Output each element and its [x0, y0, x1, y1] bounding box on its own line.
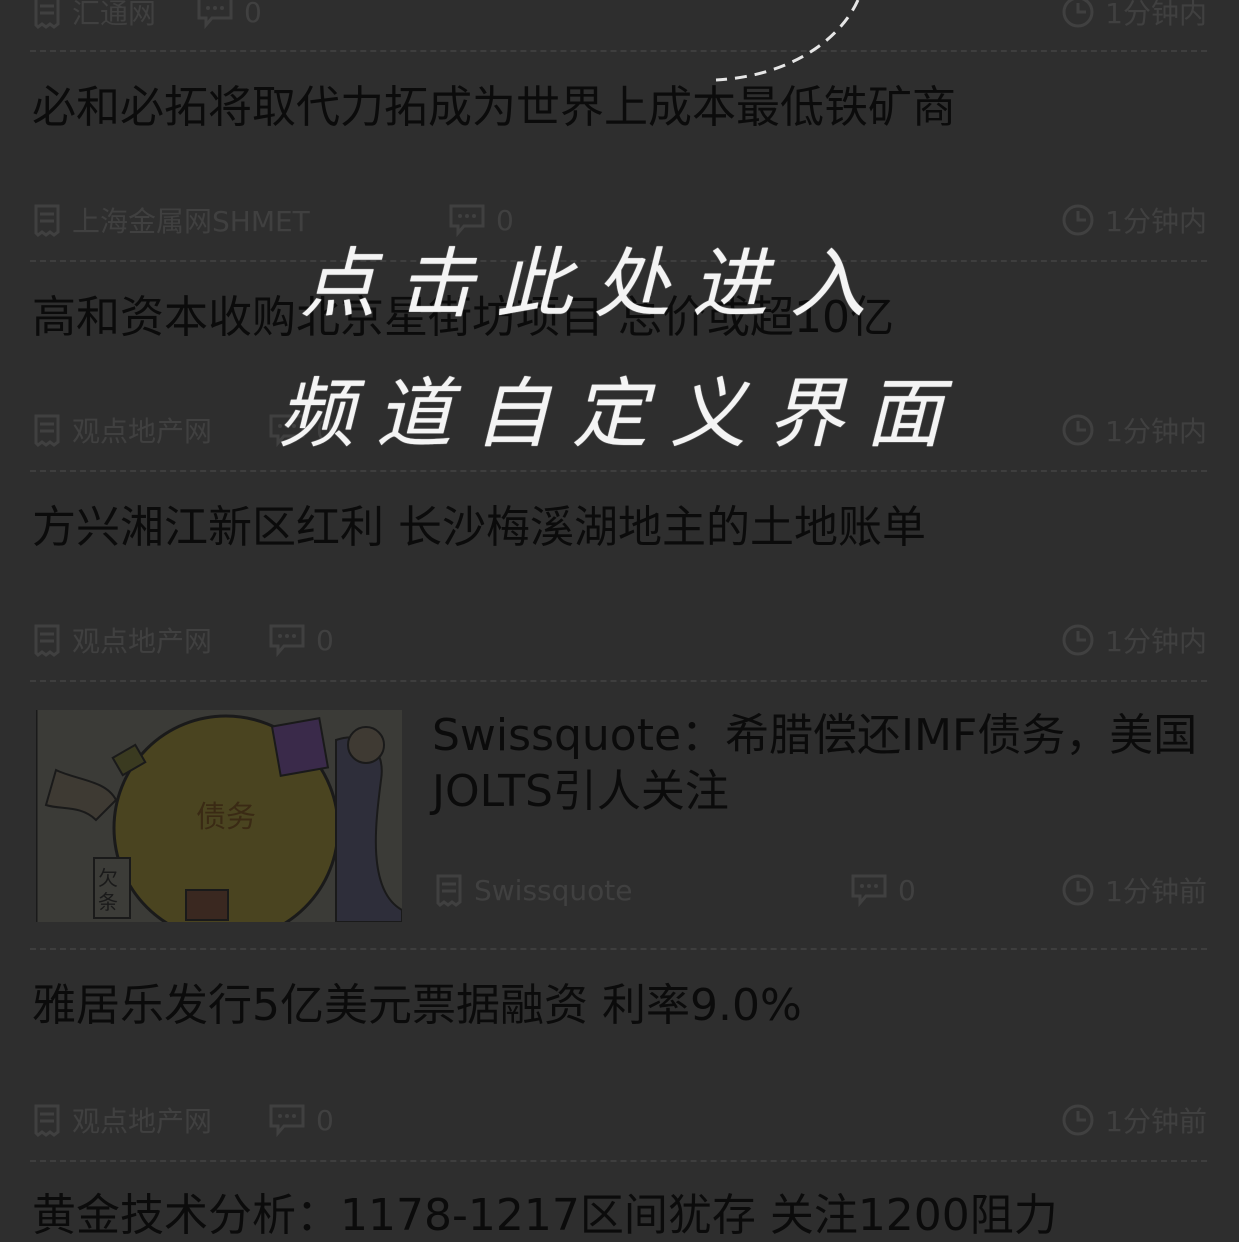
news-comment-count: 0: [316, 413, 334, 447]
clock-icon: [1062, 204, 1094, 236]
source-doc-icon: [34, 0, 60, 29]
news-source[interactable]: 观点地产网: [32, 618, 212, 662]
divider: [30, 470, 1207, 472]
news-source-label: 汇通网: [72, 0, 157, 30]
clock-icon: [1062, 0, 1094, 28]
source-doc-icon: [34, 414, 60, 447]
news-title-2[interactable]: 高和资本收购北京星街坊项目 总价或超10亿: [32, 290, 894, 346]
divider: [30, 260, 1207, 262]
news-time-label: 1分钟内: [1105, 205, 1207, 238]
source-doc-icon: [34, 624, 60, 657]
news-title-6[interactable]: 黄金技术分析：1178-1217区间犹存 关注1200阻力: [32, 1188, 1058, 1242]
news-time-label: 1分钟前: [1105, 1105, 1207, 1138]
news-comments[interactable]: 0: [196, 0, 262, 34]
news-meta-5: 观点地产网 0 1分钟前: [32, 1098, 1207, 1142]
thumbnail-tag: 欠条: [98, 866, 118, 914]
news-comment-count: 0: [316, 623, 334, 657]
news-time-label: 1分钟内: [1105, 0, 1207, 30]
news-source[interactable]: 观点地产网: [32, 408, 212, 452]
news-source-label: 观点地产网: [72, 1105, 213, 1138]
news-source-label: 观点地产网: [72, 625, 213, 658]
clock-icon: [1062, 874, 1094, 906]
divider: [30, 50, 1207, 52]
news-time: 1分钟前: [1061, 868, 1207, 912]
news-comment-count: 0: [496, 203, 514, 237]
news-source-label: Swissquote: [474, 873, 633, 907]
news-meta-3: 观点地产网 0 1分钟内: [32, 618, 1207, 662]
comment-bubble-icon: [449, 204, 485, 237]
news-time: 1分钟内: [1061, 618, 1207, 662]
news-comments[interactable]: 0: [268, 408, 334, 452]
news-meta-2: 观点地产网 0 1分钟内: [32, 408, 1207, 452]
divider: [30, 680, 1207, 682]
news-meta-4: Swissquote 0 1分钟前: [434, 868, 1207, 912]
source-doc-icon: [436, 874, 462, 907]
news-source-label: 上海金属网SHMET: [72, 205, 310, 238]
news-meta-1: 上海金属网SHMET 0 1分钟内: [32, 198, 1207, 242]
news-time-label: 1分钟内: [1105, 415, 1207, 448]
news-title-4[interactable]: Swissquote：希腊偿还IMF债务，美国JOLTS引人关注: [432, 708, 1202, 820]
comment-bubble-icon: [269, 414, 305, 447]
comment-bubble-icon: [851, 874, 887, 907]
news-comment-count: 0: [244, 0, 262, 29]
clock-icon: [1062, 624, 1094, 656]
news-source[interactable]: Swissquote: [434, 868, 632, 912]
comment-bubble-icon: [269, 1104, 305, 1137]
news-source[interactable]: 观点地产网: [32, 1098, 212, 1142]
news-comment-count: 0: [898, 873, 916, 907]
news-title-3[interactable]: 方兴湘江新区红利 长沙梅溪湖地主的土地账单: [32, 500, 926, 556]
news-title-1[interactable]: 必和必拓将取代力拓成为世界上成本最低铁矿商: [32, 80, 956, 136]
news-feed-screen: 汇通网 0 1分钟内 必和必拓将取代力拓成为世界上成本最低铁矿商 上海金属网SH…: [0, 0, 1239, 1242]
news-time-label: 1分钟前: [1105, 875, 1207, 908]
news-source[interactable]: 上海金属网SHMET: [32, 198, 310, 242]
news-comment-count: 0: [316, 1103, 334, 1137]
source-doc-icon: [34, 1104, 60, 1137]
source-doc-icon: [34, 204, 60, 237]
news-comments[interactable]: 0: [448, 198, 514, 242]
comment-bubble-icon: [269, 624, 305, 657]
divider: [30, 948, 1207, 950]
news-source-label: 观点地产网: [72, 415, 213, 448]
news-time-label: 1分钟内: [1105, 625, 1207, 658]
news-time: 1分钟内: [1061, 198, 1207, 242]
divider: [30, 1160, 1207, 1162]
news-title-5[interactable]: 雅居乐发行5亿美元票据融资 利率9.0%: [32, 978, 802, 1034]
news-source[interactable]: 汇通网: [32, 0, 156, 34]
clock-icon: [1062, 1104, 1094, 1136]
news-comments[interactable]: 0: [850, 868, 916, 912]
news-time: 1分钟前: [1061, 1098, 1207, 1142]
news-time: 1分钟内: [1061, 408, 1207, 452]
thumbnail-caption: 债务: [196, 800, 256, 835]
clock-icon: [1062, 414, 1094, 446]
news-comments[interactable]: 0: [268, 618, 334, 662]
news-time: 1分钟内: [1061, 0, 1207, 34]
news-comments[interactable]: 0: [268, 1098, 334, 1142]
news-thumbnail[interactable]: 债务 欠条: [36, 710, 402, 922]
news-meta-0: 汇通网 0 1分钟内: [32, 0, 1207, 34]
comment-bubble-icon: [197, 0, 233, 29]
